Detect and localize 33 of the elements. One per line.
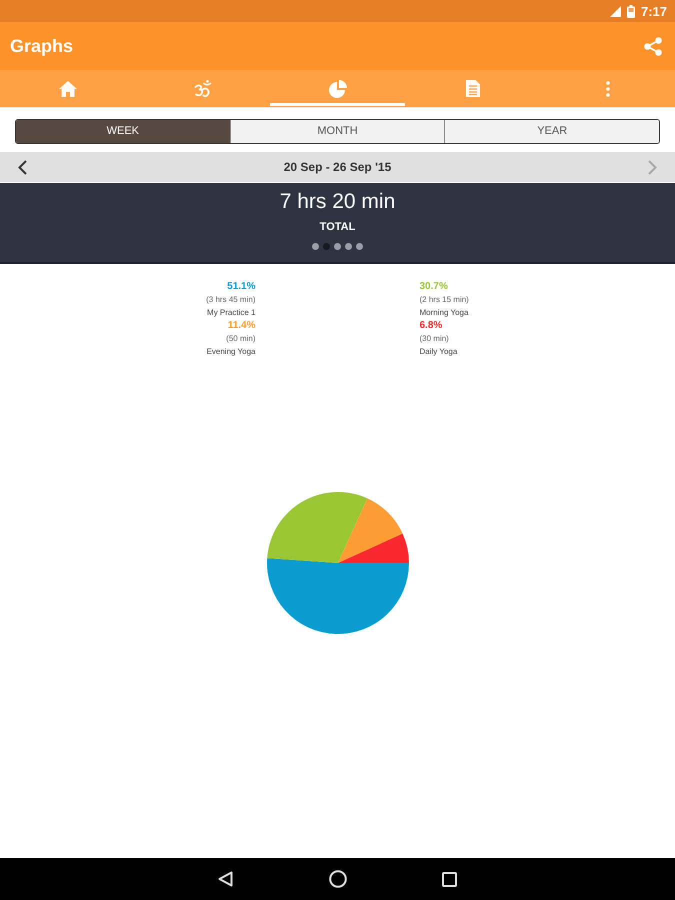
battery-icon — [626, 4, 635, 18]
legend-percent: 51.1% — [227, 280, 256, 293]
legend-percent: 6.8% — [420, 319, 442, 332]
om-symbol-icon — [194, 80, 212, 98]
range-tab[interactable]: WEEK — [16, 120, 230, 143]
legend-percent: 11.4% — [228, 319, 256, 332]
legend-duration: (2 hrs 15 min) — [420, 294, 469, 306]
home-circle-icon — [328, 870, 346, 888]
legend-duration: (3 hrs 45 min) — [206, 294, 256, 306]
total-caption: TOTAL — [320, 221, 356, 234]
status-time: 7:17 — [640, 4, 667, 18]
chevron-right-icon — [648, 160, 658, 174]
document-icon — [466, 80, 480, 97]
app-title: Graphs — [10, 34, 74, 58]
signal-icon — [610, 6, 621, 16]
legend-name: Daily Yoga — [420, 346, 458, 358]
back-icon — [218, 871, 233, 887]
legend-duration: (30 min) — [420, 333, 449, 345]
date-range: 20 Sep - 26 Sep '15 — [284, 159, 392, 176]
more-options-icon — [606, 80, 610, 96]
legend-name: Evening Yoga — [206, 346, 256, 358]
legend-name: My Practice 1 — [207, 307, 256, 319]
share-icon — [644, 36, 662, 56]
legend-name: Morning Yoga — [420, 307, 468, 319]
range-tab[interactable]: YEAR — [444, 120, 659, 143]
range-tab[interactable]: MONTH — [230, 120, 444, 143]
total-duration: 7 hrs 20 min — [280, 189, 396, 215]
pie-chart-icon — [328, 80, 346, 98]
legend-percent: 30.7% — [420, 280, 448, 293]
square-icon — [442, 872, 457, 886]
home-icon — [58, 80, 76, 96]
legend-duration: (50 min) — [226, 333, 256, 345]
chevron-left-icon — [18, 160, 26, 174]
